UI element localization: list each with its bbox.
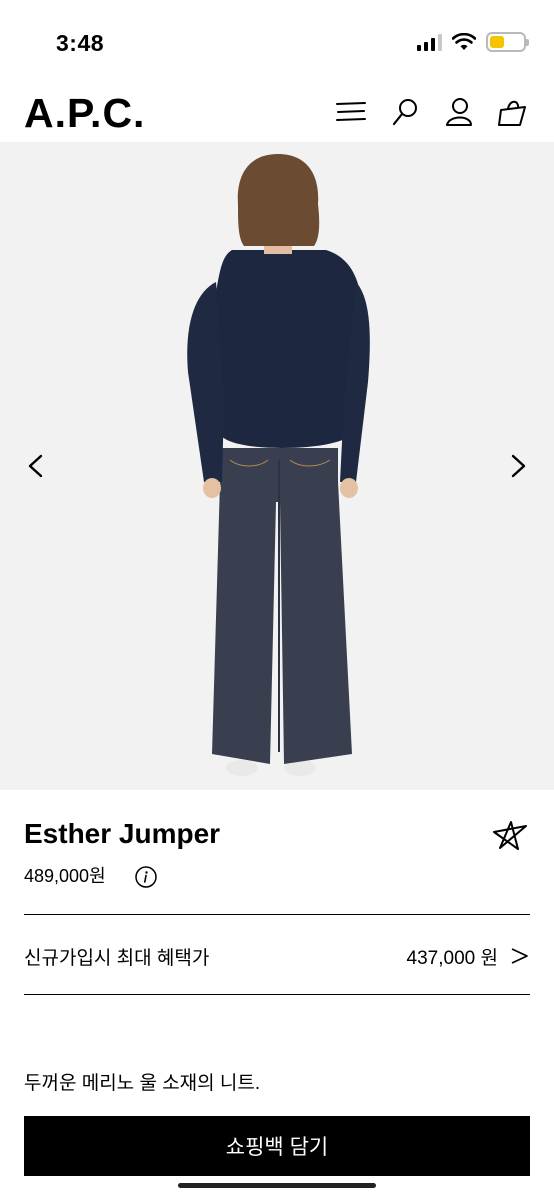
product-image-carousel[interactable]	[0, 142, 554, 790]
brand-logo[interactable]: A.P.C.	[24, 90, 145, 137]
shopping-bag-icon[interactable]	[496, 95, 530, 129]
add-to-bag-button[interactable]: 쇼핑백 담기	[24, 1116, 530, 1176]
next-image-button[interactable]	[500, 448, 536, 484]
battery-icon	[486, 32, 529, 52]
benefit-price: 437,000 원	[406, 947, 498, 969]
product-photo	[187, 154, 370, 776]
header-icons	[334, 95, 530, 129]
chevron-right-icon	[511, 948, 528, 964]
benefit-price-group: 437,000 원	[407, 943, 530, 970]
previous-image-button[interactable]	[18, 448, 54, 484]
info-icon[interactable]	[134, 865, 158, 889]
status-bar: 3:48	[0, 0, 554, 78]
home-indicator	[178, 1183, 376, 1188]
status-icons	[417, 32, 529, 52]
divider	[24, 994, 530, 995]
wishlist-star-icon[interactable]	[492, 818, 530, 852]
search-icon[interactable]	[388, 95, 422, 129]
product-name: Esther Jumper	[24, 818, 221, 849]
benefit-label: 신규가입시 최대 혜택가	[24, 947, 210, 969]
site-header: A.P.C.	[0, 78, 554, 142]
menu-icon[interactable]	[334, 95, 368, 129]
signal-icon	[417, 33, 442, 51]
divider	[24, 914, 530, 915]
product-price: 489,000원	[24, 866, 106, 886]
status-time: 3:48	[56, 30, 105, 56]
member-benefit-row[interactable]: 신규가입시 최대 혜택가 437,000 원	[24, 934, 530, 978]
product-description: 두꺼운 메리노 울 소재의 니트.	[24, 1073, 261, 1094]
wifi-icon	[452, 33, 476, 50]
account-icon[interactable]	[442, 95, 476, 129]
